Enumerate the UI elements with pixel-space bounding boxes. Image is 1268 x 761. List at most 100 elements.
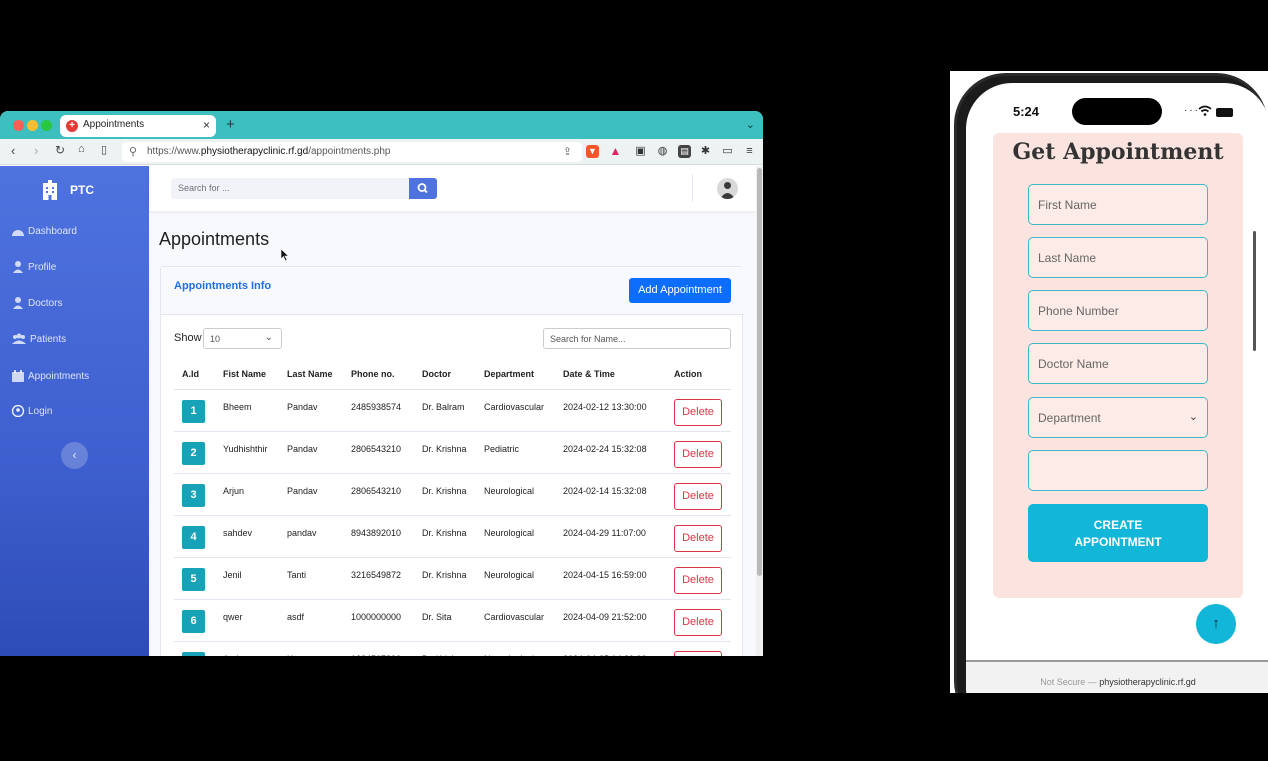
table-row: 3 Arjun Pandav 2806543210 Dr. Krishna Neurolo… xyxy=(174,473,731,516)
id-cell: 6 xyxy=(174,599,215,642)
datetime-cell: 2024-04-25 14:30:00 xyxy=(555,641,666,656)
back-icon[interactable]: ‹ xyxy=(11,143,15,158)
extension-icon[interactable]: ◍ xyxy=(656,145,669,158)
user-md-icon xyxy=(13,297,23,309)
column-header[interactable]: Phone no. xyxy=(343,359,414,390)
phone-safari-bar: Not Secure — physiotherapyclinic.rf.gd xyxy=(966,660,1268,693)
column-header[interactable]: A.Id xyxy=(174,359,215,390)
first-cell: Yudhishthir xyxy=(215,431,279,474)
datetime-field[interactable] xyxy=(1028,450,1208,491)
share-icon[interactable]: ⇪ xyxy=(563,145,572,158)
table-row: 7 AmitKasat1234567890Dr. KrishnaNeurologi… xyxy=(174,641,731,656)
page-title: Appointments xyxy=(159,229,270,249)
maximize-window-button[interactable] xyxy=(41,120,52,131)
add-appointment-button[interactable]: Add Appointment xyxy=(629,278,731,303)
action-cell: Delete xyxy=(666,599,731,642)
phone-url[interactable]: Not Secure — physiotherapyclinic.rf.gd xyxy=(966,677,1268,687)
first-name-field[interactable]: First Name xyxy=(1028,184,1208,225)
reload-icon[interactable]: ↻ xyxy=(55,143,65,157)
sidebar-item-doctors[interactable]: Doctors xyxy=(11,295,62,311)
extension-icon[interactable]: ▤ xyxy=(678,145,691,158)
delete-button[interactable]: Delete xyxy=(674,524,722,552)
last-name-field[interactable]: Last Name xyxy=(1028,237,1208,278)
first-cell: Bheem xyxy=(215,389,279,432)
delete-button[interactable]: Delete xyxy=(674,440,722,468)
sidebar-item-appointments[interactable]: Appointments xyxy=(11,368,89,384)
puzzle-icon[interactable]: ✱ xyxy=(699,145,712,158)
name-search-input[interactable]: Search for Name... xyxy=(543,328,731,349)
browser-window: + Appointments × + ⌄ ‹ › ↻ ⌂ ▯ ⚲ https:/… xyxy=(0,111,763,656)
sidebar-item-label: Patients xyxy=(30,333,67,345)
hospital-icon xyxy=(43,180,57,200)
sidebar-item-profile[interactable]: Profile xyxy=(11,259,56,275)
new-tab-icon[interactable]: + xyxy=(226,116,235,133)
brave-shield-icon[interactable]: ▼ xyxy=(586,145,599,158)
user-circle-icon xyxy=(11,405,25,417)
column-header[interactable]: Date & Time xyxy=(555,359,666,390)
department-select[interactable]: Department ⌄ xyxy=(1028,397,1208,438)
field-placeholder: First Name xyxy=(1038,198,1097,212)
appointments-table: A.Id Fist Name Last Name Phone no. Docto… xyxy=(174,359,731,656)
column-header[interactable]: Department xyxy=(476,359,555,390)
column-header[interactable]: Action xyxy=(666,359,731,390)
delete-button[interactable]: Delete xyxy=(674,566,722,594)
avatar[interactable] xyxy=(717,178,738,199)
favicon-icon: + xyxy=(66,120,78,132)
minimize-window-button[interactable] xyxy=(27,120,38,131)
home-icon[interactable]: ⌂ xyxy=(78,143,85,155)
delete-button[interactable]: Delete xyxy=(674,482,722,510)
user-icon xyxy=(13,261,23,273)
scrollbar-thumb[interactable] xyxy=(757,168,762,576)
tab-close-icon[interactable]: × xyxy=(203,118,210,132)
column-header[interactable]: Last Name xyxy=(279,359,343,390)
rewards-icon[interactable]: ▲ xyxy=(609,145,622,158)
field-placeholder: Department xyxy=(1038,411,1101,425)
delete-button[interactable]: Delete xyxy=(674,650,722,656)
topbar-search-button[interactable] xyxy=(409,178,437,199)
brand[interactable]: PTC xyxy=(42,180,94,200)
table-row: 1 Bheem Pandav 2485938574 Dr. Balram Cardiova… xyxy=(174,389,731,432)
action-cell: Delete xyxy=(666,557,731,600)
forward-icon[interactable]: › xyxy=(34,143,38,158)
column-header[interactable]: Doctor xyxy=(414,359,476,390)
scroll-to-top-button[interactable]: ↑ xyxy=(1196,604,1236,644)
tab-appointments[interactable]: + Appointments × xyxy=(60,115,216,137)
user-avatar-icon xyxy=(720,182,735,199)
first-cell: qwer xyxy=(215,599,279,642)
dept-cell: Neurological xyxy=(476,641,555,656)
bookmark-icon[interactable]: ▯ xyxy=(101,143,107,156)
address-bar[interactable]: ⚲ https://www.physiotherapyclinic.rf.gd/… xyxy=(122,142,582,162)
field-placeholder: Last Name xyxy=(1038,251,1097,265)
id-cell: 5 xyxy=(174,557,215,600)
datetime-cell: 2024-04-29 11:07:00 xyxy=(555,515,666,558)
site-settings-icon[interactable]: ⚲ xyxy=(129,145,137,158)
form-title: Get Appointment xyxy=(1012,139,1224,165)
wallet-icon[interactable]: ▭ xyxy=(721,145,734,158)
menu-icon[interactable]: ≡ xyxy=(743,145,756,158)
phone-number-field[interactable]: Phone Number xyxy=(1028,290,1208,331)
create-appointment-button[interactable]: CREATE APPOINTMENT xyxy=(1028,504,1208,562)
page-scrollbar[interactable] xyxy=(756,166,763,656)
phone-mockup: 5:24 ···· Get Appointment First Name Las… xyxy=(950,71,1268,693)
sidebar-item-patients[interactable]: Patients xyxy=(11,331,66,347)
column-header[interactable]: Fist Name xyxy=(215,359,279,390)
doctor-name-field[interactable]: Doctor Name xyxy=(1028,343,1208,384)
last-cell: Kasat xyxy=(279,641,343,656)
sidebar-item-dashboard[interactable]: Dashboard xyxy=(11,223,77,239)
sidebar-toggle-button[interactable]: ‹ xyxy=(61,442,88,469)
sidebar-item-login[interactable]: Login xyxy=(11,403,52,419)
delete-button[interactable]: Delete xyxy=(674,608,722,636)
action-cell: Delete xyxy=(666,641,731,656)
delete-button[interactable]: Delete xyxy=(674,398,722,426)
doctor-cell: Dr. Krishna xyxy=(414,641,476,656)
field-placeholder: Doctor Name xyxy=(1038,357,1109,371)
entries-select[interactable]: 10 ⌄ xyxy=(203,328,282,349)
search-placeholder: Search for ... xyxy=(178,183,230,193)
extension-icon[interactable]: ▣ xyxy=(634,145,647,158)
topbar-search-input[interactable]: Search for ... xyxy=(171,178,409,199)
create-button-line: APPOINTMENT xyxy=(1074,535,1162,549)
tab-list-chevron-icon[interactable]: ⌄ xyxy=(746,118,755,131)
doctor-cell: Dr. Krishna xyxy=(414,431,476,474)
close-window-button[interactable] xyxy=(13,120,24,131)
card-title: Appointments Info xyxy=(174,280,272,292)
